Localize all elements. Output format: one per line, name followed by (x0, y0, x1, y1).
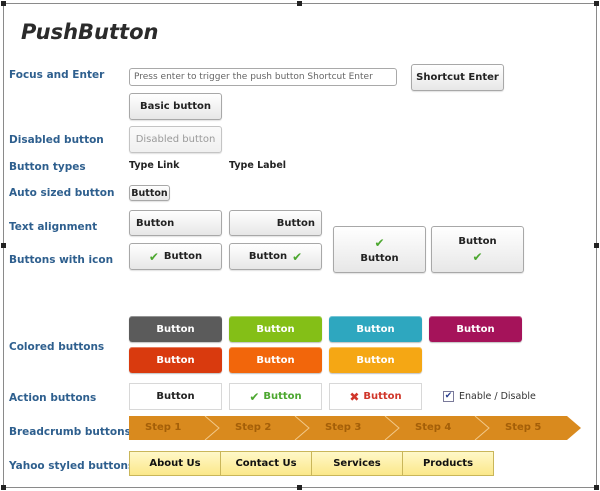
colored-button-6[interactable]: Button (229, 347, 322, 373)
label-buttons-with-icon: Buttons with icon (9, 254, 114, 266)
resize-handle-top[interactable] (297, 1, 302, 6)
icon-right-button[interactable]: Button ✔ (229, 243, 322, 270)
icon-top-button-label: Button (360, 252, 399, 264)
label-breadcrumb-buttons: Breadcrumb buttons (9, 426, 131, 438)
enable-disable-label: Enable / Disable (459, 391, 536, 402)
action-ok-button[interactable]: ✔ Button (229, 383, 322, 410)
breadcrumb-step-2[interactable]: Step 2 (235, 416, 271, 440)
label-disabled-button: Disabled button (9, 134, 104, 146)
checkbox[interactable]: ✔ (443, 391, 454, 402)
colored-button-3[interactable]: Button (329, 316, 422, 342)
cross-icon: ✖ (349, 389, 360, 404)
resize-handle-right[interactable] (594, 243, 599, 248)
resize-handle-left[interactable] (1, 243, 6, 248)
type-label-button[interactable]: Type Label (229, 160, 286, 171)
resize-handle-top-left[interactable] (1, 1, 6, 6)
type-link-button[interactable]: Type Link (129, 160, 180, 171)
resize-handle-top-right[interactable] (594, 1, 599, 6)
colored-button-2[interactable]: Button (229, 316, 322, 342)
icon-top-button[interactable]: ✔ Button (333, 226, 426, 273)
breadcrumb-step-1[interactable]: Step 1 (145, 416, 181, 440)
align-left-button[interactable]: Button (129, 210, 222, 236)
label-auto-sized: Auto sized button (9, 187, 115, 199)
disabled-button: Disabled button (129, 126, 222, 153)
enable-disable-toggle[interactable]: ✔ Enable / Disable (443, 391, 536, 402)
yahoo-button-products[interactable]: Products (402, 451, 494, 476)
checkmark-icon: ✔ (292, 249, 303, 264)
action-plain-button[interactable]: Button (129, 383, 222, 410)
label-colored-buttons: Colored buttons (9, 341, 105, 353)
colored-button-1[interactable]: Button (129, 316, 222, 342)
focus-input[interactable] (129, 68, 397, 86)
action-cancel-button[interactable]: ✖ Button (329, 383, 422, 410)
action-ok-label: Button (263, 391, 302, 402)
icon-right-button-label: Button (248, 251, 288, 262)
resize-handle-bottom[interactable] (297, 485, 302, 490)
breadcrumb: Step 1 Step 2 Step 3 Step 4 Step 5 (129, 416, 581, 440)
align-right-button[interactable]: Button (229, 210, 322, 236)
checkmark-icon: ✔ (148, 249, 159, 264)
breadcrumb-step-5[interactable]: Step 5 (505, 416, 541, 440)
basic-button[interactable]: Basic button (129, 93, 222, 120)
colored-button-5[interactable]: Button (129, 347, 222, 373)
label-button-types: Button types (9, 161, 86, 173)
colored-button-4[interactable]: Button (429, 316, 522, 342)
colored-button-7[interactable]: Button (329, 347, 422, 373)
shortcut-enter-button[interactable]: Shortcut Enter (411, 64, 504, 91)
icon-left-button[interactable]: ✔ Button (129, 243, 222, 270)
icon-left-button-label: Button (163, 251, 203, 262)
icon-bottom-button[interactable]: Button ✔ (431, 226, 524, 273)
label-focus-and-enter: Focus and Enter (9, 69, 105, 81)
label-text-alignment: Text alignment (9, 221, 98, 233)
label-yahoo-buttons: Yahoo styled buttons (9, 460, 135, 472)
breadcrumb-step-4[interactable]: Step 4 (415, 416, 451, 440)
auto-sized-button[interactable]: Button (129, 185, 170, 201)
checkmark-icon: ✔ (472, 249, 483, 264)
yahoo-button-contact-us[interactable]: Contact Us (220, 451, 312, 476)
page-title: PushButton (21, 20, 159, 44)
checkmark-icon: ✔ (249, 389, 260, 404)
checkmark-icon: ✔ (374, 235, 385, 250)
action-cancel-label: Button (363, 391, 402, 402)
icon-bottom-button-label: Button (458, 235, 497, 247)
yahoo-button-about-us[interactable]: About Us (129, 451, 221, 476)
breadcrumb-step-3[interactable]: Step 3 (325, 416, 361, 440)
yahoo-button-services[interactable]: Services (311, 451, 403, 476)
label-action-buttons: Action buttons (9, 392, 97, 404)
resize-handle-bottom-right[interactable] (594, 485, 599, 490)
resize-handle-bottom-left[interactable] (1, 485, 6, 490)
